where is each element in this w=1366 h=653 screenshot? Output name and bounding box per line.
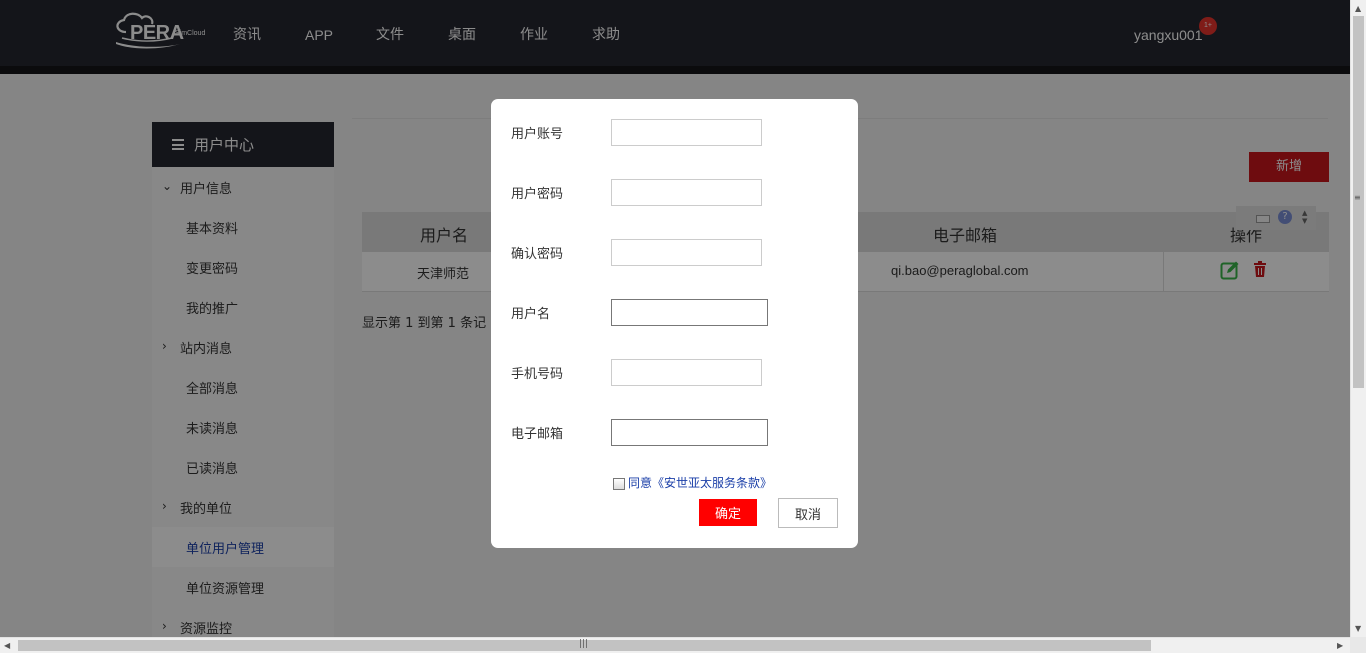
account-label: 用户账号 xyxy=(511,127,564,142)
scroll-left-arrow-icon[interactable]: ◀ xyxy=(4,641,10,650)
horizontal-scrollbar[interactable]: ◀ ||| ▶ xyxy=(0,637,1350,653)
email-label: 电子邮箱 xyxy=(511,427,564,442)
scrollbar-corner xyxy=(1350,637,1366,653)
account-input[interactable] xyxy=(611,119,762,146)
vertical-scrollbar[interactable]: ▲ ≡ ▼ xyxy=(1350,0,1366,637)
scroll-right-arrow-icon[interactable]: ▶ xyxy=(1337,641,1343,650)
scroll-grip-icon: ||| xyxy=(579,639,589,649)
scroll-grip-icon: ≡ xyxy=(1354,193,1361,202)
password-label: 用户密码 xyxy=(511,187,564,202)
email-input[interactable] xyxy=(611,419,768,446)
username-label: 用户名 xyxy=(511,307,551,322)
confirm-password-label: 确认密码 xyxy=(511,247,564,262)
username-input[interactable] xyxy=(611,299,768,326)
terms-link[interactable]: 同意《安世亚太服务条款》 xyxy=(628,475,772,491)
scroll-down-arrow-icon[interactable]: ▼ xyxy=(1355,624,1361,633)
password-input[interactable] xyxy=(611,179,762,206)
confirm-button[interactable]: 确定 xyxy=(699,499,757,526)
vertical-scroll-thumb[interactable] xyxy=(1353,16,1364,388)
terms-checkbox[interactable] xyxy=(613,478,625,490)
add-user-dialog: 用户账号 用户密码 确认密码 用户名 手机号码 电子邮箱 同意《安世亚太服务条款… xyxy=(491,99,858,548)
cancel-button[interactable]: 取消 xyxy=(778,498,838,528)
phone-input[interactable] xyxy=(611,359,762,386)
phone-label: 手机号码 xyxy=(511,367,564,382)
scroll-up-arrow-icon[interactable]: ▲ xyxy=(1355,4,1361,13)
confirm-password-input[interactable] xyxy=(611,239,762,266)
